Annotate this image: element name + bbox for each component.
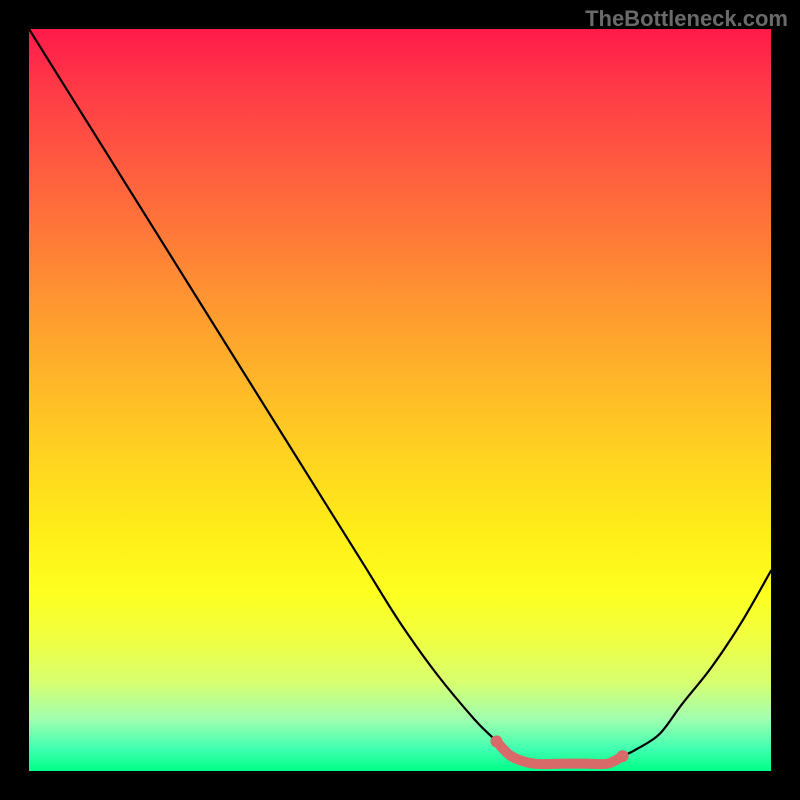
optimal-end-dot [617, 750, 629, 762]
chart-svg [29, 29, 771, 771]
optimal-flat-segment [497, 741, 623, 764]
bottleneck-curve [29, 29, 771, 764]
optimal-start-dot [490, 735, 502, 747]
watermark-text: TheBottleneck.com [585, 6, 788, 32]
